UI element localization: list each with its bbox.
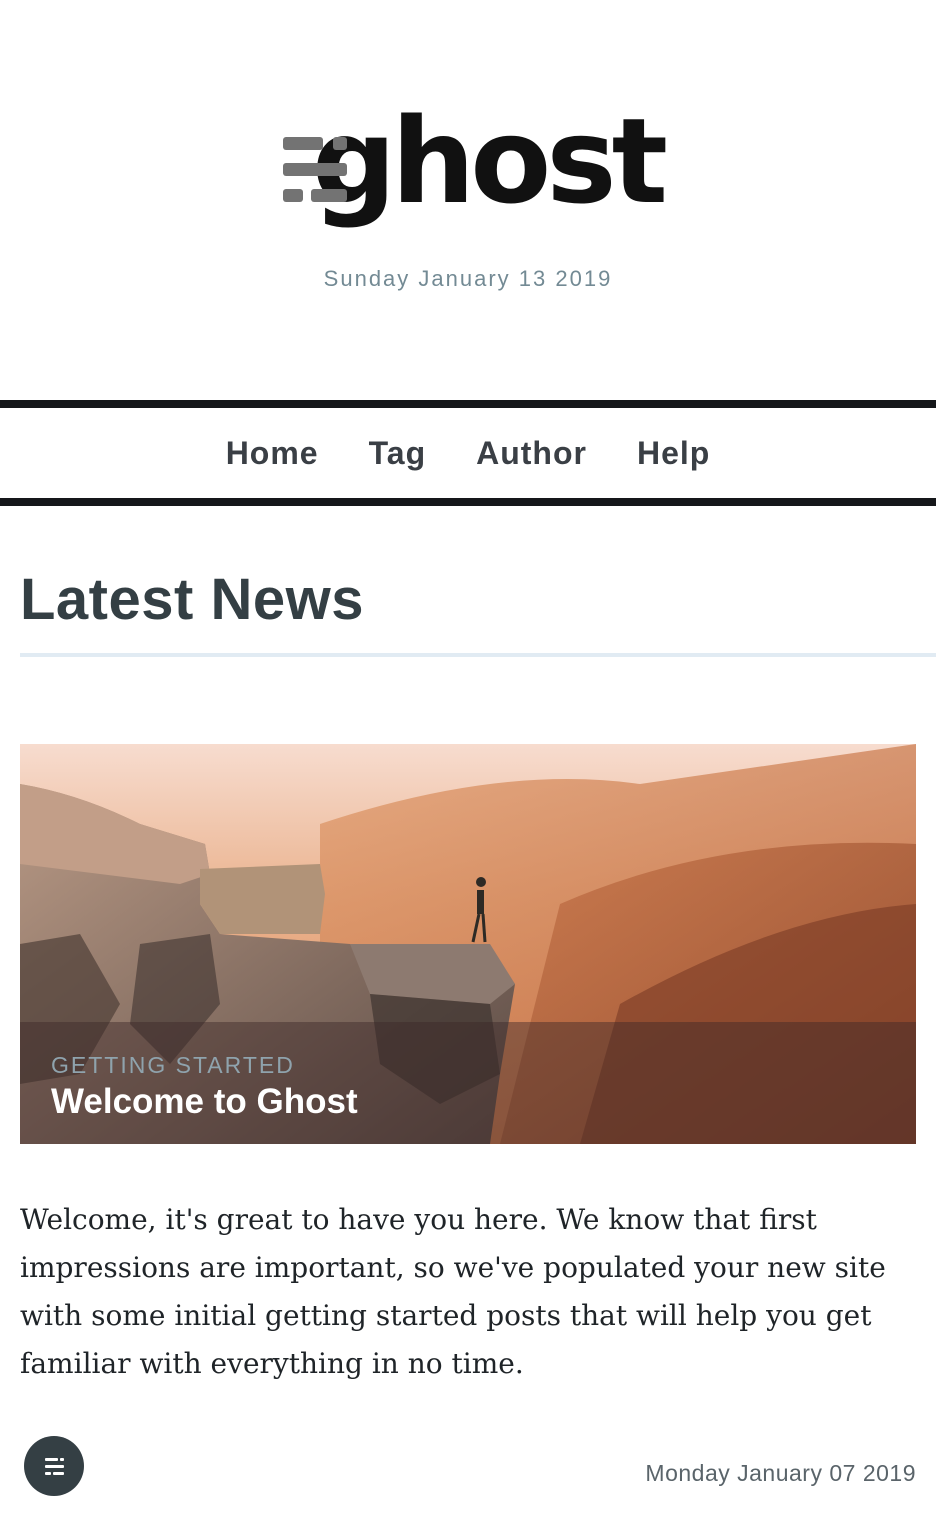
ghost-logo-icon <box>283 137 347 203</box>
feature-post-card[interactable]: GETTING STARTED Welcome to Ghost <box>20 744 916 1144</box>
feature-title[interactable]: Welcome to Ghost <box>51 1082 358 1122</box>
section-divider <box>20 653 936 657</box>
main-nav: Home Tag Author Help <box>0 400 936 506</box>
ghost-logo-icon <box>45 1458 58 1461</box>
nav-item-help[interactable]: Help <box>637 435 710 472</box>
post-date: Monday January 07 2019 <box>645 1460 916 1486</box>
nav-item-author[interactable]: Author <box>476 435 587 472</box>
post-excerpt: Welcome, it's great to have you here. We… <box>20 1203 886 1380</box>
nav-item-tag[interactable]: Tag <box>369 435 427 472</box>
section-title: Latest News <box>20 567 364 632</box>
header-date: Sunday January 13 2019 <box>323 266 613 291</box>
ghost-logo[interactable]: ghost <box>283 92 668 240</box>
nav-item-home[interactable]: Home <box>226 435 319 472</box>
feature-tag[interactable]: GETTING STARTED <box>51 1052 295 1079</box>
site-header: ghost Sunday January 13 2019 <box>0 0 936 400</box>
brand-wordmark: ghost <box>311 92 668 230</box>
ghost-portal-button[interactable] <box>24 1436 84 1496</box>
